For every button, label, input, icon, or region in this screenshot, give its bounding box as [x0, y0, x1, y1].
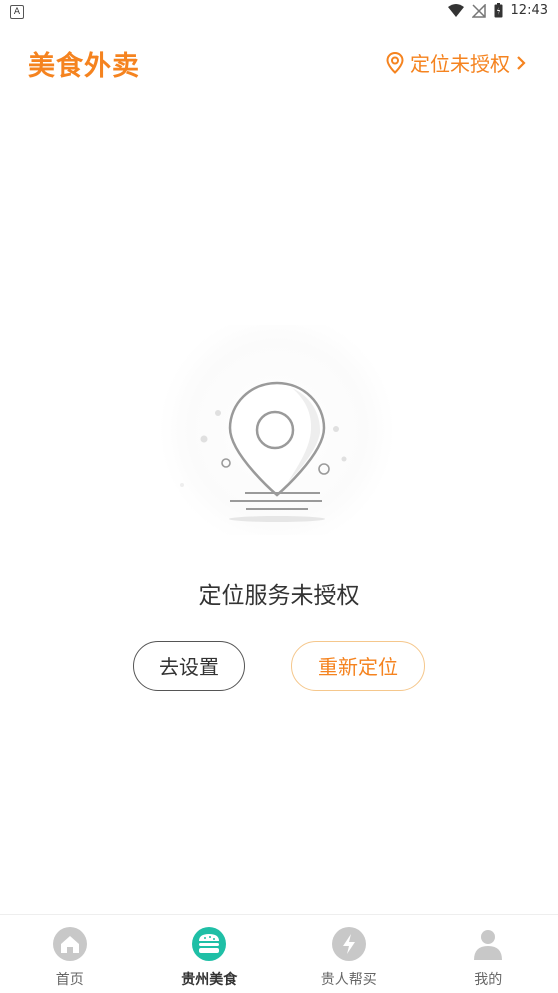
tab-errand-buy[interactable]: 贵人帮买	[279, 915, 419, 993]
no-signal-icon	[472, 4, 486, 18]
tab-mine[interactable]: 我的	[419, 915, 558, 993]
location-label: 定位未授权	[410, 48, 510, 77]
wifi-icon	[448, 4, 464, 18]
notification-icon: A	[10, 5, 24, 19]
location-pin-icon	[386, 52, 404, 74]
home-icon	[53, 927, 87, 961]
lightning-icon	[332, 927, 366, 961]
tab-label: 贵州美食	[140, 969, 280, 989]
tab-label: 贵人帮买	[279, 969, 419, 989]
battery-icon	[494, 3, 503, 18]
location-illustration	[150, 325, 404, 535]
tab-home[interactable]: 首页	[0, 915, 140, 993]
settings-button[interactable]: 去设置	[133, 641, 245, 691]
person-icon	[471, 927, 505, 961]
page-title: 美食外卖	[28, 44, 140, 83]
tab-guizhou-food[interactable]: 贵州美食	[140, 915, 280, 993]
burger-icon	[192, 927, 226, 961]
header: 美食外卖 定位未授权	[0, 38, 558, 86]
status-bar: A 12:43	[0, 0, 558, 24]
bottom-tab-bar: 首页 贵州美食 贵人帮买 我的	[0, 914, 558, 993]
location-link[interactable]: 定位未授权	[386, 48, 526, 77]
status-icons: 12:43	[448, 3, 548, 18]
status-time: 12:43	[511, 3, 548, 18]
empty-state-title: 定位服务未授权	[0, 576, 558, 610]
tab-label: 我的	[419, 969, 558, 989]
relocate-button[interactable]: 重新定位	[291, 641, 425, 691]
chevron-right-icon	[516, 55, 526, 71]
tab-label: 首页	[0, 969, 140, 989]
